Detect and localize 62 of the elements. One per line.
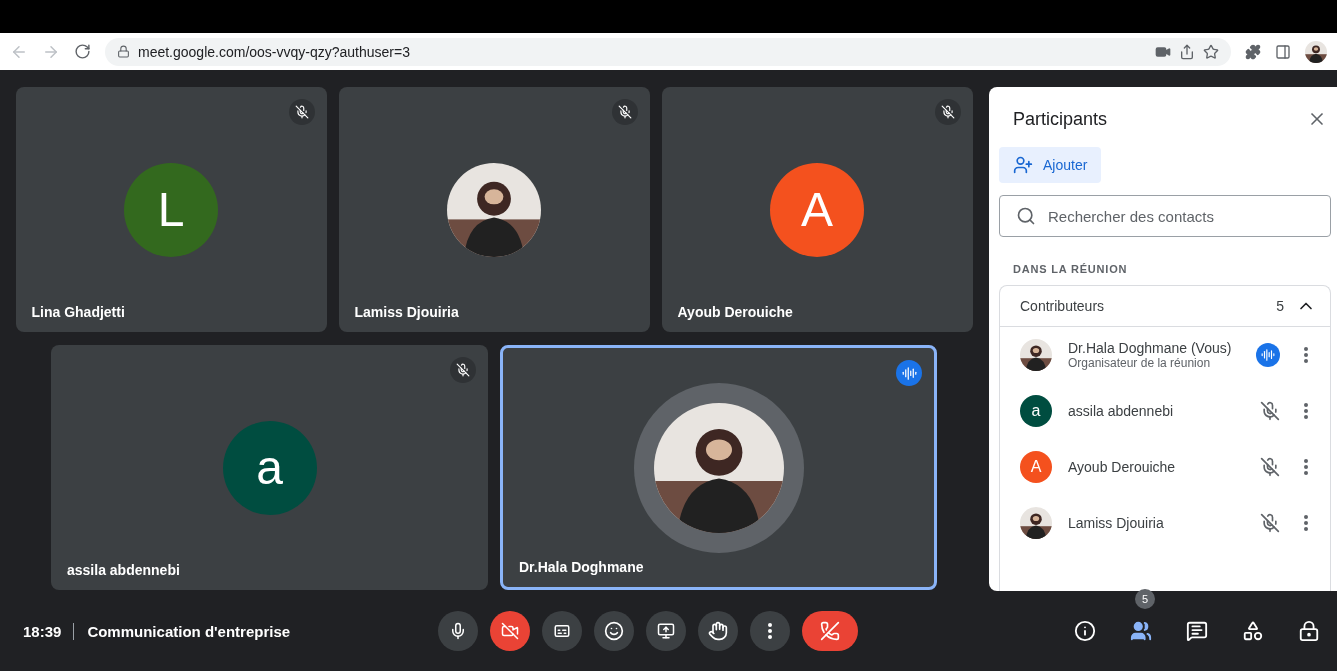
info-icon xyxy=(1074,620,1096,642)
group-header[interactable]: Contributeurs 5 xyxy=(1000,286,1330,327)
raise-hand-button[interactable] xyxy=(697,611,738,651)
end-call-button[interactable] xyxy=(801,611,858,651)
participant-name: Lamiss Djouiria xyxy=(354,304,459,320)
camera-button[interactable] xyxy=(489,611,530,651)
smiley-icon xyxy=(603,621,624,641)
chat-icon xyxy=(1186,620,1208,642)
avatar: A xyxy=(1020,451,1052,483)
avatar: a xyxy=(222,420,317,515)
more-icon xyxy=(767,623,772,639)
url-text: meet.google.com/oos-vvqy-qzy?authuser=3 xyxy=(138,43,411,60)
captions-icon xyxy=(552,622,571,640)
mic-off-icon[interactable] xyxy=(1260,513,1280,533)
search-icon xyxy=(1016,206,1036,226)
add-person-icon xyxy=(1013,155,1033,175)
side-panel-icon[interactable] xyxy=(1275,43,1291,60)
participant-name: Dr.Hala Doghmane (Vous) xyxy=(1068,340,1233,356)
camera-off-icon xyxy=(500,622,519,640)
address-bar[interactable]: meet.google.com/oos-vvqy-qzy?authuser=3 xyxy=(105,37,1231,66)
share-icon[interactable] xyxy=(1179,43,1195,60)
extensions-icon[interactable] xyxy=(1245,43,1261,60)
more-icon[interactable] xyxy=(1304,459,1308,475)
group-label: Contributeurs xyxy=(1020,298,1106,314)
participant-role: Organisateur de la réunion xyxy=(1068,356,1212,370)
participant-name: Ayoub Derouiche xyxy=(1068,459,1177,475)
more-icon[interactable] xyxy=(1304,515,1308,531)
mic-off-icon[interactable] xyxy=(1260,457,1280,477)
people-icon xyxy=(1130,620,1152,642)
present-screen-icon xyxy=(656,622,675,640)
captions-button[interactable] xyxy=(541,611,582,651)
section-heading: DANS LA RÉUNION xyxy=(1013,263,1129,275)
participant-name: assila abdennebi xyxy=(1068,403,1175,419)
participant-name: Ayoub Derouiche xyxy=(677,304,793,320)
more-button[interactable] xyxy=(749,611,790,651)
meeting-title: Communication d'entreprise xyxy=(86,622,292,640)
participant-name: Lamiss Djouiria xyxy=(1068,515,1165,531)
phone-icon xyxy=(819,621,840,641)
reload-icon[interactable] xyxy=(74,43,91,60)
clock-time: 18:39 xyxy=(23,622,75,640)
add-button[interactable]: Ajouter xyxy=(999,147,1102,183)
panel-title: Participants xyxy=(1013,108,1108,130)
more-icon[interactable] xyxy=(1304,403,1308,419)
more-icon[interactable] xyxy=(1304,347,1308,363)
shapes-icon xyxy=(1242,620,1264,642)
star-icon[interactable] xyxy=(1203,43,1219,60)
mic-off-icon[interactable] xyxy=(1260,401,1280,421)
lock-icon xyxy=(1298,620,1320,642)
search-field[interactable]: Rechercher des contacts xyxy=(999,195,1331,237)
hand-icon xyxy=(707,621,728,641)
avatar: a xyxy=(1020,395,1052,427)
group-count: 5 xyxy=(1276,298,1284,314)
present-button[interactable] xyxy=(645,611,686,651)
count-badge: 5 xyxy=(1135,589,1155,609)
emoji-button[interactable] xyxy=(593,611,634,651)
participant-name: Dr.Hala Doghmane xyxy=(519,559,644,575)
avatar: L xyxy=(124,162,218,257)
participant-name: assila abdennebi xyxy=(67,562,180,578)
mic-button[interactable] xyxy=(437,611,478,651)
participant-name: Lina Ghadjetti xyxy=(31,304,125,320)
lock-icon xyxy=(117,45,130,58)
avatar: A xyxy=(770,162,864,257)
